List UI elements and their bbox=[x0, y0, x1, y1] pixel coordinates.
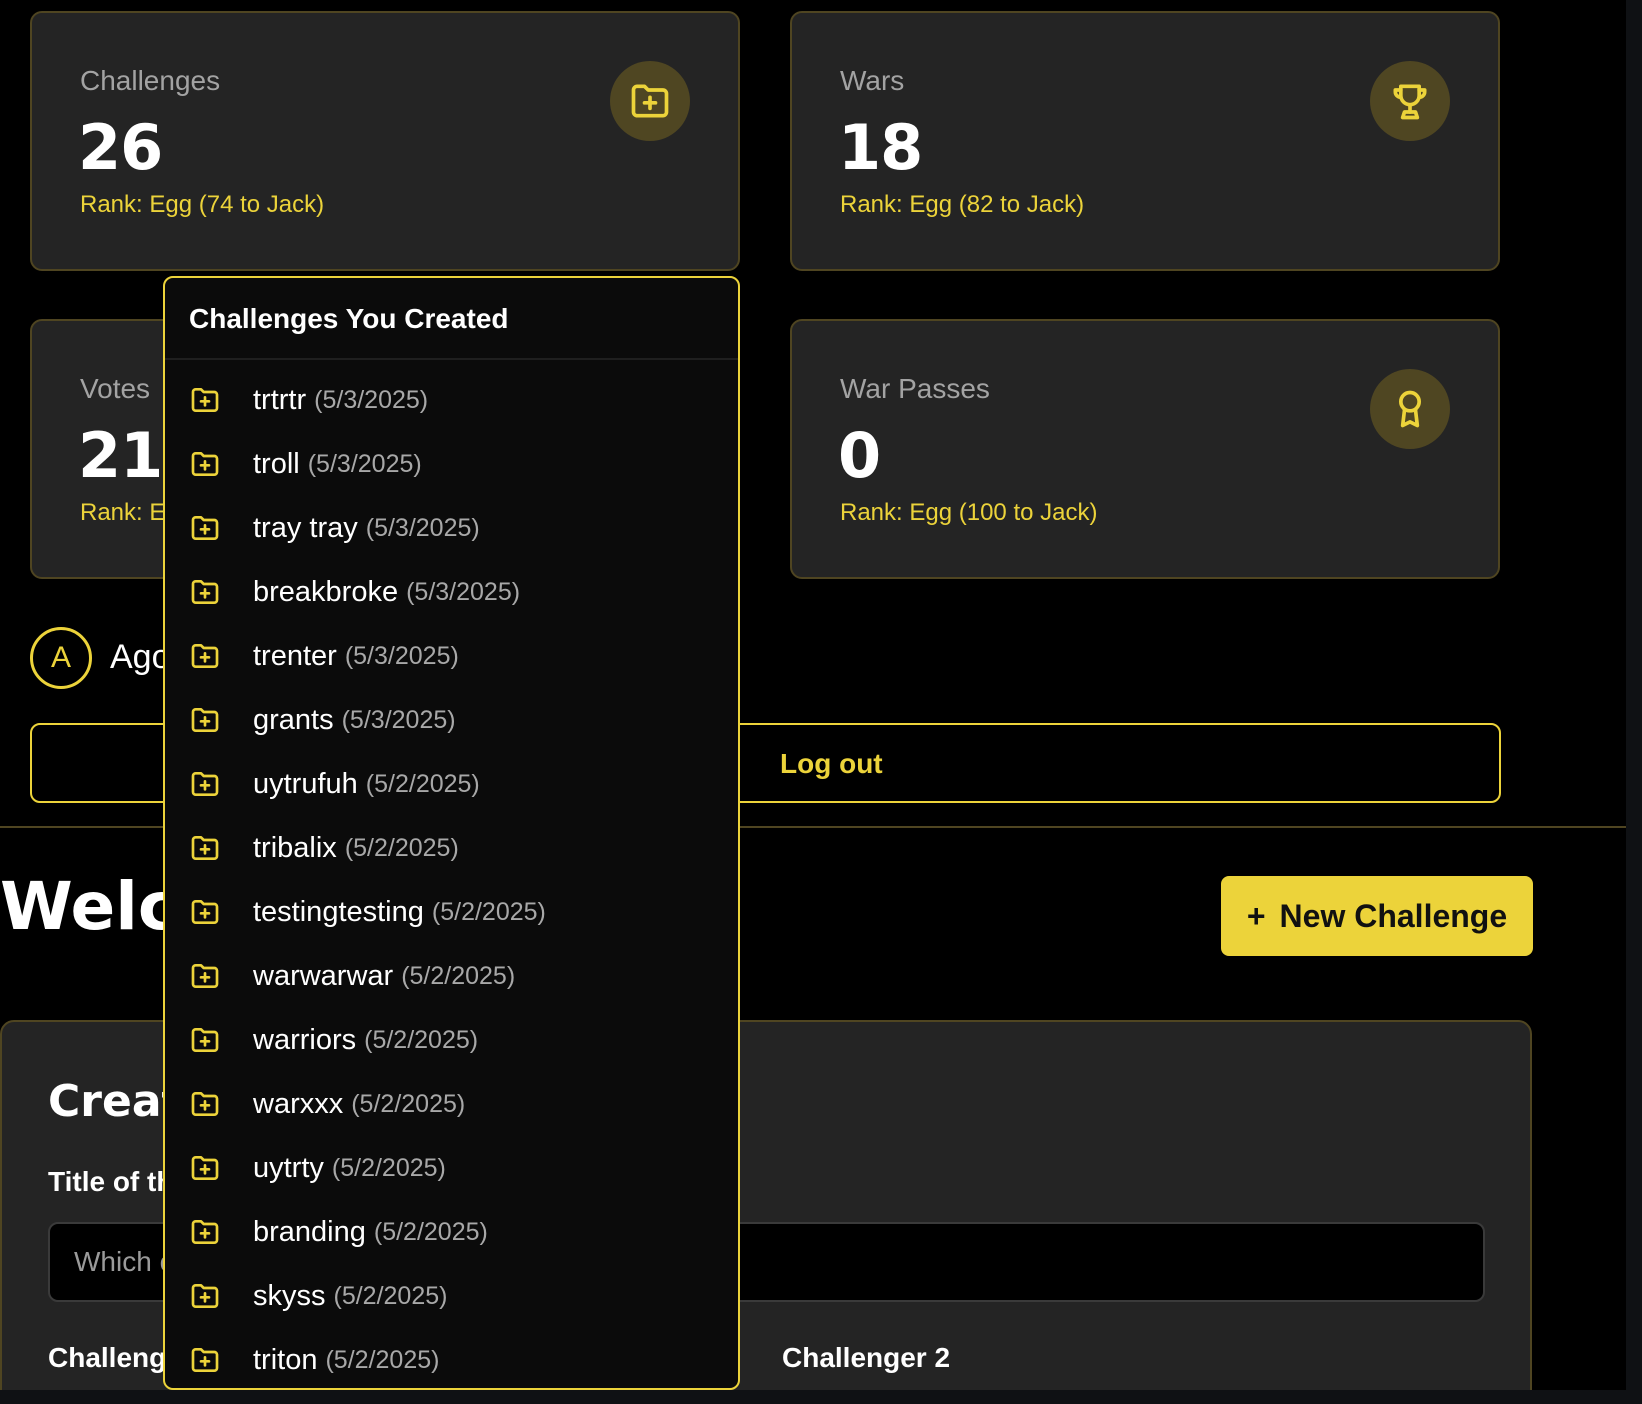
award-icon bbox=[1370, 369, 1450, 449]
stat-label: Votes bbox=[80, 373, 151, 404]
folder-plus-icon bbox=[189, 512, 253, 544]
item-date: (5/2/2025) bbox=[373, 1217, 488, 1246]
item-name: warwarwar bbox=[253, 959, 394, 992]
new-challenge-button[interactable]: + New Challenge bbox=[1221, 876, 1533, 956]
item-name: tribalix bbox=[253, 831, 337, 864]
item-date: (5/3/2025) bbox=[344, 641, 459, 670]
welcome-text-start: Welc bbox=[0, 868, 177, 945]
item-name: warxxx bbox=[253, 1087, 344, 1120]
stat-card-challenges[interactable]: Challenges 26 Rank: Egg (74 to Jack) bbox=[30, 11, 740, 271]
item-date: (5/3/2025) bbox=[341, 705, 456, 734]
dropdown-list: trtrtr (5/3/2025) troll (5/3/2025) tray tray… bbox=[165, 360, 738, 1388]
stat-value: 18 bbox=[838, 111, 923, 184]
dropdown-item[interactable]: trtrtr (5/3/2025) bbox=[165, 368, 738, 432]
dropdown-item[interactable]: trenter (5/3/2025) bbox=[165, 624, 738, 688]
item-name: grants bbox=[253, 703, 334, 736]
logout-label: Log out bbox=[780, 748, 883, 779]
folder-plus-icon bbox=[189, 768, 253, 800]
item-date: (5/2/2025) bbox=[333, 1281, 448, 1310]
dropdown-item[interactable]: triton (5/2/2025) bbox=[165, 1328, 738, 1388]
folder-plus-icon bbox=[189, 1216, 253, 1248]
folder-plus-icon bbox=[189, 1152, 253, 1184]
stat-value: 0 bbox=[838, 419, 881, 492]
item-date: (5/3/2025) bbox=[314, 385, 429, 414]
stat-rank: Rank: Egg (74 to Jack) bbox=[80, 191, 325, 218]
stat-value: 21 bbox=[78, 419, 163, 492]
folder-plus-icon bbox=[189, 960, 253, 992]
item-date: (5/3/2025) bbox=[365, 513, 480, 542]
folder-plus-icon bbox=[189, 1024, 253, 1056]
item-date: (5/3/2025) bbox=[406, 577, 521, 606]
stat-card-wars[interactable]: Wars 18 Rank: Egg (82 to Jack) bbox=[790, 11, 1500, 271]
dropdown-item[interactable]: skyss (5/2/2025) bbox=[165, 1264, 738, 1328]
folder-plus-icon bbox=[189, 576, 253, 608]
item-date: (5/2/2025) bbox=[344, 833, 459, 862]
item-name: troll bbox=[253, 447, 300, 480]
username: Ago bbox=[110, 638, 171, 676]
folder-plus-icon bbox=[189, 448, 253, 480]
item-name: testingtesting bbox=[253, 895, 424, 928]
item-name: trenter bbox=[253, 639, 337, 672]
item-name: uytrufuh bbox=[253, 767, 358, 800]
challenger1-label: Challenge bbox=[48, 1342, 182, 1373]
new-challenge-label: New Challenge bbox=[1279, 897, 1508, 934]
dropdown-item[interactable]: warxxx (5/2/2025) bbox=[165, 1072, 738, 1136]
stat-label: War Passes bbox=[840, 373, 990, 404]
item-name: trtrtr bbox=[253, 383, 307, 416]
page: Challenges 26 Rank: Egg (74 to Jack) War… bbox=[0, 0, 1626, 1390]
trophy-icon bbox=[1370, 61, 1450, 141]
stat-label: Wars bbox=[840, 65, 905, 96]
stat-rank: Rank: Egg (100 to Jack) bbox=[840, 499, 1098, 526]
folder-plus-icon bbox=[189, 1344, 253, 1376]
item-name: warriors bbox=[253, 1023, 357, 1056]
item-name: triton bbox=[253, 1343, 318, 1376]
folder-plus-icon bbox=[189, 704, 253, 736]
dropdown-item[interactable]: grants (5/3/2025) bbox=[165, 688, 738, 752]
item-name: branding bbox=[253, 1215, 366, 1248]
item-date: (5/2/2025) bbox=[351, 1089, 466, 1118]
item-date: (5/3/2025) bbox=[307, 449, 422, 478]
item-name: skyss bbox=[253, 1279, 326, 1312]
folder-plus-icon bbox=[189, 832, 253, 864]
title-field-label: Title of th bbox=[48, 1166, 174, 1197]
dropdown-item[interactable]: tribalix (5/2/2025) bbox=[165, 816, 738, 880]
avatar[interactable]: A bbox=[30, 627, 92, 689]
item-name: tray tray bbox=[253, 511, 358, 544]
challenger2-label: Challenger 2 bbox=[782, 1342, 951, 1373]
dropdown-item[interactable]: tray tray (5/3/2025) bbox=[165, 496, 738, 560]
dropdown-item[interactable]: uytrufuh (5/2/2025) bbox=[165, 752, 738, 816]
stat-label: Challenges bbox=[80, 65, 221, 96]
dropdown-header: Challenges You Created bbox=[165, 278, 738, 360]
folder-plus-icon bbox=[610, 61, 690, 141]
dropdown-item[interactable]: breakbroke (5/3/2025) bbox=[165, 560, 738, 624]
dropdown-item[interactable]: warriors (5/2/2025) bbox=[165, 1008, 738, 1072]
plus-icon: + bbox=[1246, 897, 1266, 934]
item-name: breakbroke bbox=[253, 575, 399, 608]
folder-plus-icon bbox=[189, 896, 253, 928]
stat-value: 26 bbox=[78, 111, 163, 184]
item-date: (5/2/2025) bbox=[331, 1153, 446, 1182]
dropdown-item[interactable]: warwarwar (5/2/2025) bbox=[165, 944, 738, 1008]
item-date: (5/2/2025) bbox=[401, 961, 516, 990]
dropdown-item[interactable]: uytrty (5/2/2025) bbox=[165, 1136, 738, 1200]
stat-card-war-passes[interactable]: War Passes 0 Rank: Egg (100 to Jack) bbox=[790, 319, 1500, 579]
folder-plus-icon bbox=[189, 1088, 253, 1120]
item-date: (5/2/2025) bbox=[364, 1025, 479, 1054]
folder-plus-icon bbox=[189, 1280, 253, 1312]
dropdown-item[interactable]: branding (5/2/2025) bbox=[165, 1200, 738, 1264]
item-date: (5/2/2025) bbox=[431, 897, 546, 926]
item-date: (5/2/2025) bbox=[325, 1345, 440, 1374]
dropdown-item[interactable]: testingtesting (5/2/2025) bbox=[165, 880, 738, 944]
folder-plus-icon bbox=[189, 640, 253, 672]
challenges-dropdown: Challenges You Created trtrtr (5/3/2025) t… bbox=[163, 276, 740, 1390]
item-date: (5/2/2025) bbox=[365, 769, 480, 798]
item-name: uytrty bbox=[253, 1151, 324, 1184]
folder-plus-icon bbox=[189, 384, 253, 416]
stat-rank: Rank: Egg (82 to Jack) bbox=[840, 191, 1085, 218]
dropdown-item[interactable]: troll (5/3/2025) bbox=[165, 432, 738, 496]
